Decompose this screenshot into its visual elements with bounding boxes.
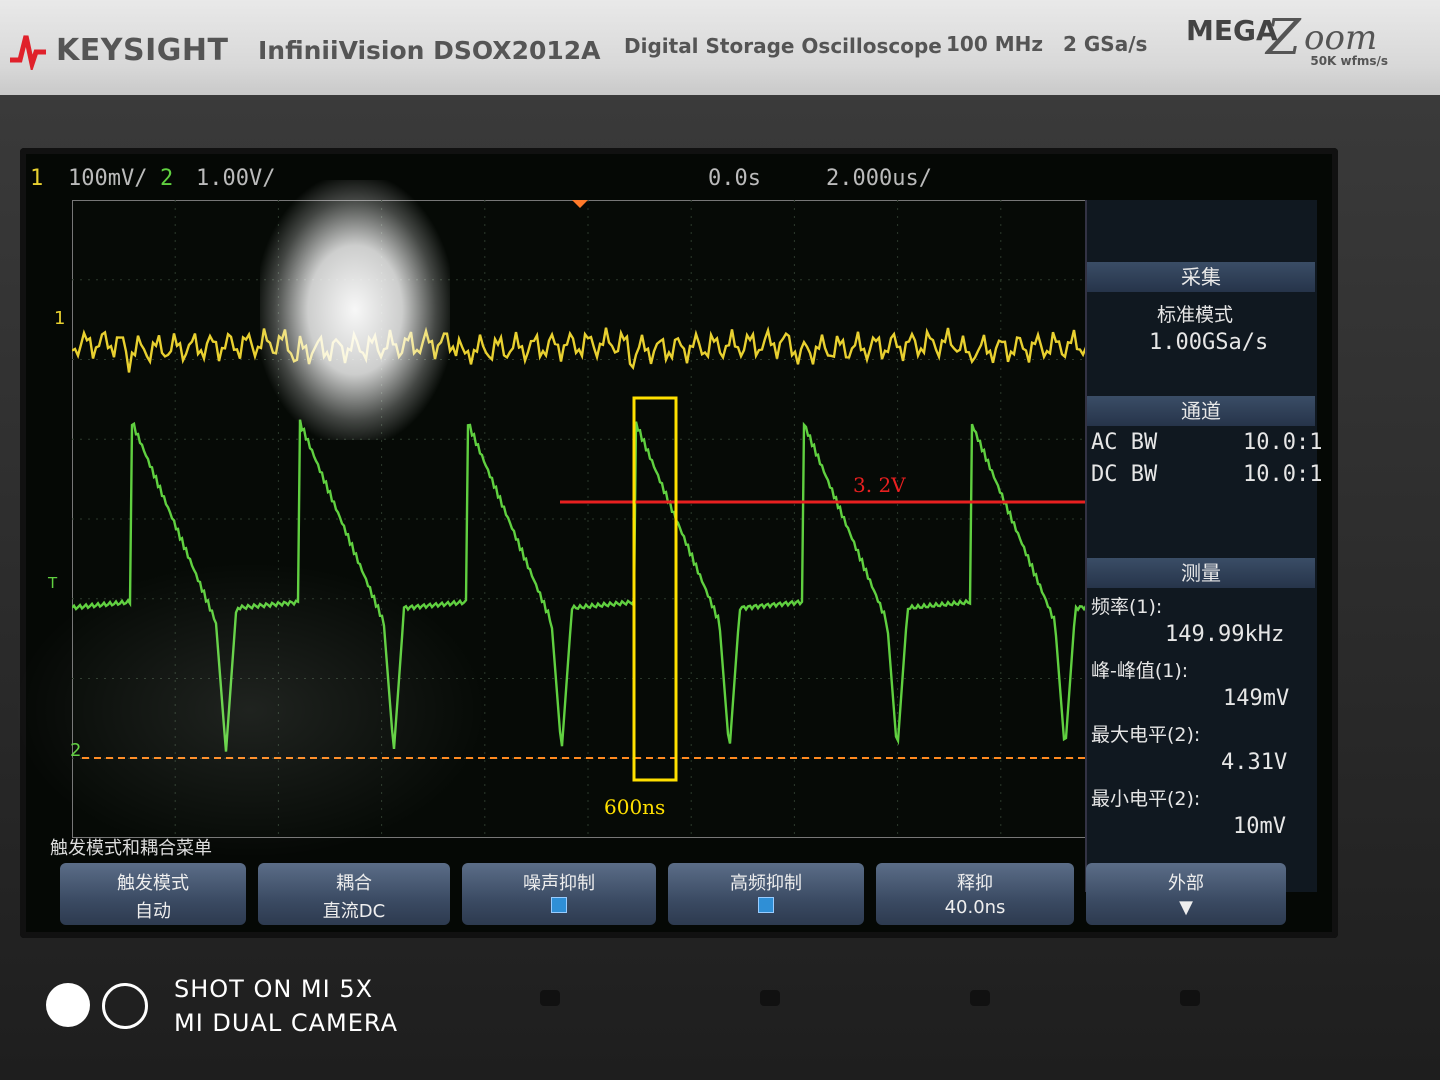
noise-reject-checkbox-icon[interactable] bbox=[551, 897, 567, 913]
softkey-knob[interactable] bbox=[760, 990, 780, 1006]
oscilloscope-screen: 1 100mV/ 2 1.00V/ 0.0s 2.000us/ 1 2 T 采集… bbox=[20, 148, 1338, 938]
softkey-coupling[interactable]: 耦合 直流DC bbox=[258, 863, 450, 925]
measure-3-label: 最大电平(2): bbox=[1091, 724, 1201, 746]
measure-2-value: 149mV bbox=[1223, 686, 1290, 711]
chevron-down-icon: ▼ bbox=[1179, 897, 1193, 918]
ch1-level-marker[interactable]: 1 bbox=[54, 308, 65, 329]
softkey-checkbox-wrap bbox=[668, 897, 864, 918]
ch1-probe-ratio: 10.0:1 bbox=[1243, 430, 1323, 455]
softkey-holdoff[interactable]: 释抑 40.0ns bbox=[876, 863, 1074, 925]
trigger-level-marker[interactable]: T bbox=[48, 574, 57, 592]
softkey-label: 释抑 bbox=[957, 873, 993, 894]
softkey-value: 直流DC bbox=[322, 901, 386, 922]
model-description: Digital Storage Oscilloscope bbox=[624, 34, 942, 58]
softkey-label: 外部 bbox=[1168, 873, 1204, 894]
softkey-label: 耦合 bbox=[336, 873, 372, 894]
watermark-ring-icon bbox=[102, 983, 148, 1029]
sample-rate-spec: 2 GSa/s bbox=[1063, 32, 1148, 56]
keysight-logo: KEYSIGHT bbox=[8, 28, 228, 72]
measure-4-label: 最小电平(2): bbox=[1091, 788, 1201, 810]
ch2-level-marker[interactable]: 2 bbox=[70, 740, 81, 761]
softkey-external[interactable]: 外部 ▼ bbox=[1086, 863, 1286, 925]
softkey-knob[interactable] bbox=[970, 990, 990, 1006]
keysight-wave-icon bbox=[10, 35, 46, 70]
annotation-time-label: 600ns bbox=[604, 795, 666, 819]
annotation-voltage-label: 3. 2V bbox=[853, 473, 906, 497]
softkey-label: 触发模式 bbox=[117, 873, 189, 894]
ch2-bandwidth: DC BW bbox=[1091, 462, 1158, 487]
softkey-label: 高频抑制 bbox=[730, 873, 802, 894]
delay-readout[interactable]: 0.0s bbox=[708, 166, 761, 191]
status-bar: 1 100mV/ 2 1.00V/ 0.0s 2.000us/ bbox=[20, 148, 1338, 198]
watermark-line-2: MI DUAL CAMERA bbox=[174, 1009, 399, 1037]
ch1-number[interactable]: 1 bbox=[30, 166, 43, 191]
softkey-menu-title: 触发模式和耦合菜单 bbox=[50, 838, 212, 859]
measure-4-value: 10mV bbox=[1233, 814, 1286, 839]
measure-panel-title: 测量 bbox=[1087, 558, 1315, 588]
softkey-knob[interactable] bbox=[540, 990, 560, 1006]
measure-1-value: 149.99kHz bbox=[1165, 622, 1285, 647]
measure-3-value: 4.31V bbox=[1221, 750, 1288, 775]
ch2-number[interactable]: 2 bbox=[160, 166, 173, 191]
ch2-probe-ratio: 10.0:1 bbox=[1243, 462, 1323, 487]
ch1-scale[interactable]: 100mV/ bbox=[68, 166, 147, 191]
megazoom-z: Z bbox=[1266, 8, 1301, 66]
brand-name: KEYSIGHT bbox=[56, 32, 229, 68]
softkey-checkbox-wrap bbox=[462, 897, 656, 918]
channel-panel-title: 通道 bbox=[1087, 396, 1315, 426]
softkey-trigger-mode[interactable]: 触发模式 自动 bbox=[60, 863, 246, 925]
waveform-graticule bbox=[72, 200, 1104, 838]
watermark-line-1: SHOT ON MI 5X bbox=[174, 975, 374, 1003]
camera-watermark: SHOT ON MI 5X MI DUAL CAMERA bbox=[46, 975, 446, 1045]
softkey-value: 40.0ns bbox=[944, 897, 1006, 918]
acquire-rate: 1.00GSa/s bbox=[1149, 330, 1269, 355]
softkey-value: 自动 bbox=[135, 901, 171, 922]
megazoom-word: MEGA bbox=[1186, 14, 1278, 47]
instrument-header: KEYSIGHT InfiniiVision DSOX2012A Digital… bbox=[0, 0, 1440, 95]
measure-1-label: 频率(1): bbox=[1091, 596, 1163, 618]
ch2-scale[interactable]: 1.00V/ bbox=[196, 166, 275, 191]
softkey-hf-reject[interactable]: 高频抑制 bbox=[668, 863, 864, 925]
watermark-dot-icon bbox=[46, 983, 90, 1027]
hf-reject-checkbox-icon[interactable] bbox=[758, 897, 774, 913]
megazoom-oom: oom bbox=[1304, 18, 1378, 58]
model-name: InfiniiVision DSOX2012A bbox=[258, 36, 601, 65]
softkey-noise-reject[interactable]: 噪声抑制 bbox=[462, 863, 656, 925]
acquire-mode: 标准模式 bbox=[1157, 304, 1234, 326]
timebase-readout[interactable]: 2.000us/ bbox=[826, 166, 932, 191]
bandwidth-spec: 100 MHz bbox=[946, 32, 1043, 56]
measure-2-label: 峰-峰值(1): bbox=[1091, 660, 1189, 682]
ch1-bandwidth: AC BW bbox=[1091, 430, 1158, 455]
softkey-knob[interactable] bbox=[1180, 990, 1200, 1006]
acquire-panel-title: 采集 bbox=[1087, 262, 1315, 292]
softkey-label: 噪声抑制 bbox=[523, 873, 595, 894]
megazoom-logo: MEGA Z oom 50K wfms/s bbox=[1186, 8, 1396, 70]
megazoom-sub: 50K wfms/s bbox=[1310, 54, 1388, 68]
info-side-panel: 采集 标准模式 1.00GSa/s 通道 AC BW 10.0:1 DC BW … bbox=[1085, 200, 1322, 892]
